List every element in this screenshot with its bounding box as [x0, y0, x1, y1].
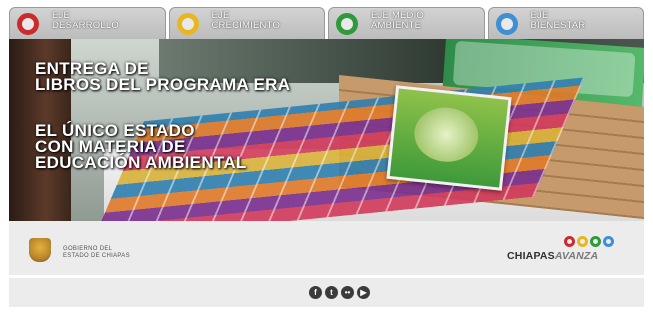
- facebook-icon[interactable]: f: [309, 286, 322, 299]
- brand-dot: [603, 236, 614, 247]
- tab-label: EJE CRECIMIENTO: [211, 10, 281, 31]
- footer-social: f t •• ▶: [9, 278, 644, 307]
- government-logo-text: GOBIERNO DEL ESTADO DE CHIAPAS: [63, 246, 130, 259]
- page: EJE DESARROLLO EJE CRECIMIENTO EJE MEDIO AM…: [9, 7, 644, 307]
- brand-dot: [564, 236, 575, 247]
- tab-eje-desarrollo[interactable]: EJE DESARROLLO: [9, 7, 166, 39]
- yellow-ring-icon: [176, 13, 199, 35]
- twitter-icon[interactable]: t: [325, 286, 338, 299]
- banner-headline: ENTREGA DE LIBROS DEL PROGRAMA ERA: [35, 59, 291, 94]
- flickr-icon[interactable]: ••: [341, 286, 354, 299]
- brand-dot: [577, 236, 588, 247]
- hero-banner[interactable]: ENTREGA DE LIBROS DEL PROGRAMA ERA EL ÚNI…: [9, 39, 644, 221]
- chiapas-avanza-dots-icon: [564, 236, 614, 247]
- blue-ring-icon: [495, 13, 518, 35]
- banner-photo-featured-book: [386, 85, 512, 191]
- tab-eje-medio-ambiente[interactable]: EJE MEDIO AMBIENTE: [328, 7, 485, 39]
- banner-subheadline: EL ÚNICO ESTADO CON MATERIA DE EDUCACIÓN A…: [35, 121, 247, 172]
- brand-dot: [590, 236, 601, 247]
- chiapas-avanza-logo[interactable]: CHIAPASAVANZA: [507, 250, 598, 262]
- red-ring-icon: [17, 13, 39, 35]
- chiapas-crest-icon: [29, 238, 51, 262]
- tab-eje-bienestar[interactable]: EJE BIENESTAR: [487, 7, 644, 39]
- social-links: f t •• ▶: [309, 286, 370, 299]
- tab-label: EJE DESARROLLO: [52, 10, 119, 31]
- youtube-icon[interactable]: ▶: [357, 286, 370, 299]
- axis-tabs: EJE DESARROLLO EJE CRECIMIENTO EJE MEDIO AM…: [9, 7, 644, 39]
- green-ring-icon: [336, 13, 358, 35]
- tab-eje-crecimiento[interactable]: EJE CRECIMIENTO: [168, 7, 325, 39]
- footer-logos: GOBIERNO DEL ESTADO DE CHIAPAS CHIAPASAVA…: [9, 221, 644, 275]
- tab-label: EJE BIENESTAR: [530, 10, 586, 31]
- tab-label: EJE MEDIO AMBIENTE: [371, 10, 425, 31]
